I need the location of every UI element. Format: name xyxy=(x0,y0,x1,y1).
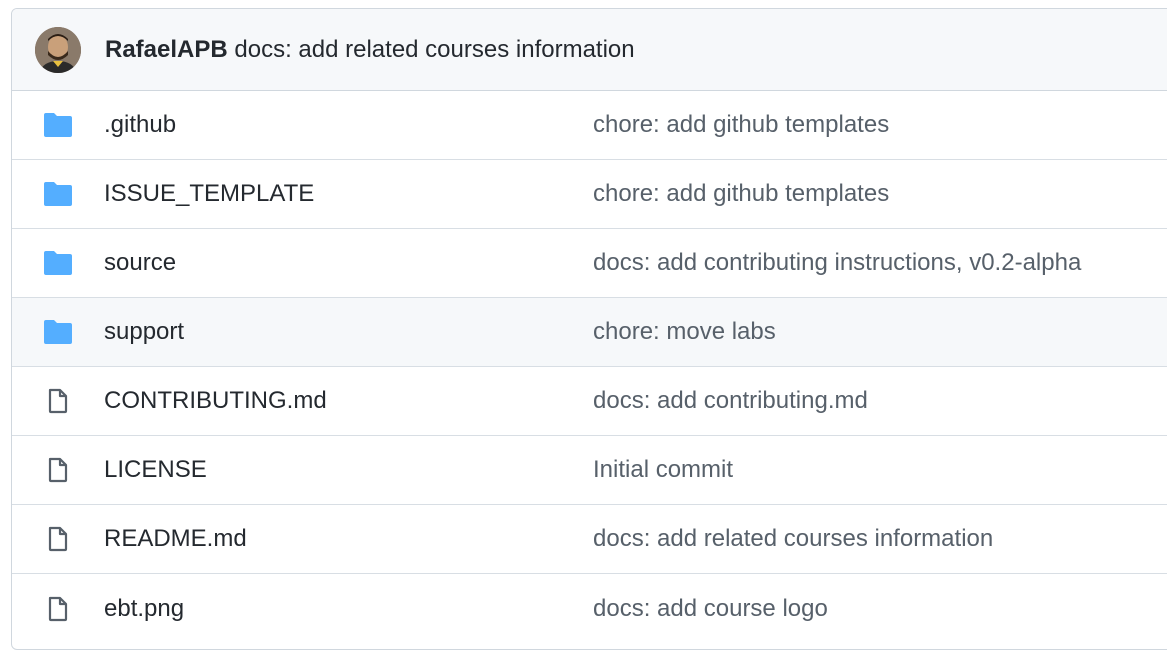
file-row[interactable]: CONTRIBUTING.md docs: add contributing.m… xyxy=(12,367,1167,436)
file-row[interactable]: README.md docs: add related courses info… xyxy=(12,505,1167,574)
repository-file-browser: RafaelAPB docs: add related courses info… xyxy=(11,8,1167,650)
commit-message-link[interactable]: docs: add related courses information xyxy=(234,36,634,63)
file-name-link[interactable]: source xyxy=(104,249,176,277)
folder-icon xyxy=(41,316,75,348)
file-commit-message-link[interactable]: docs: add course logo xyxy=(593,595,828,623)
avatar[interactable] xyxy=(35,26,81,73)
latest-commit-bar: RafaelAPB docs: add related courses info… xyxy=(12,9,1167,91)
latest-commit-text: RafaelAPB docs: add related courses info… xyxy=(105,34,635,66)
file-icon xyxy=(41,593,75,625)
file-name-link[interactable]: .github xyxy=(104,111,176,139)
file-name-link[interactable]: ISSUE_TEMPLATE xyxy=(104,180,314,208)
file-commit-message-link[interactable]: chore: add github templates xyxy=(593,180,889,208)
file-name-link[interactable]: README.md xyxy=(104,525,247,553)
folder-icon xyxy=(41,247,75,279)
folder-icon xyxy=(41,109,75,141)
folder-icon xyxy=(41,178,75,210)
file-name-link[interactable]: LICENSE xyxy=(104,456,207,484)
file-row[interactable]: .github chore: add github templates xyxy=(12,91,1167,160)
file-row[interactable]: support chore: move labs xyxy=(12,298,1167,367)
file-commit-message-link[interactable]: docs: add contributing instructions, v0.… xyxy=(593,249,1081,277)
file-commit-message-link[interactable]: chore: move labs xyxy=(593,318,776,346)
file-list: .github chore: add github templates ISSU… xyxy=(12,91,1167,643)
file-row[interactable]: source docs: add contributing instructio… xyxy=(12,229,1167,298)
file-commit-message-link[interactable]: Initial commit xyxy=(593,456,733,484)
file-icon xyxy=(41,454,75,486)
file-row[interactable]: ISSUE_TEMPLATE chore: add github templat… xyxy=(12,160,1167,229)
file-name-link[interactable]: support xyxy=(104,318,184,346)
file-name-link[interactable]: CONTRIBUTING.md xyxy=(104,387,327,415)
file-icon xyxy=(41,385,75,417)
file-commit-message-link[interactable]: chore: add github templates xyxy=(593,111,889,139)
file-icon xyxy=(41,523,75,555)
commit-author-link[interactable]: RafaelAPB xyxy=(105,36,228,63)
file-row[interactable]: LICENSE Initial commit xyxy=(12,436,1167,505)
file-row[interactable]: ebt.png docs: add course logo xyxy=(12,574,1167,643)
file-name-link[interactable]: ebt.png xyxy=(104,595,184,623)
file-commit-message-link[interactable]: docs: add contributing.md xyxy=(593,387,868,415)
file-commit-message-link[interactable]: docs: add related courses information xyxy=(593,525,993,553)
